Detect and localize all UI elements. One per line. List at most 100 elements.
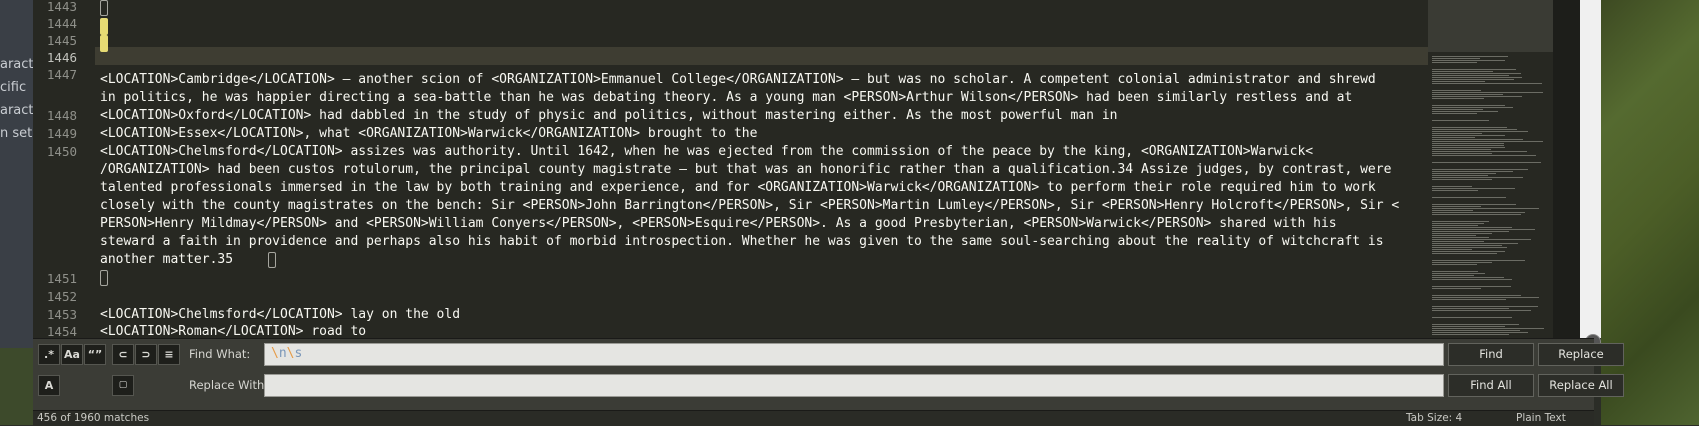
minimap-line bbox=[1432, 206, 1481, 207]
line-number: 1451 bbox=[46, 271, 77, 286]
in-selection-toggle[interactable]: ⊃ bbox=[135, 344, 157, 365]
minimap-viewport[interactable] bbox=[1428, 0, 1553, 52]
minimap-line bbox=[1432, 317, 1512, 318]
background-desktop bbox=[0, 348, 33, 425]
tab-size-indicator[interactable]: Tab Size: 4 bbox=[1406, 411, 1462, 426]
code-line[interactable]: <LOCATION>Chelmsford</LOCATION> assizes … bbox=[100, 143, 1313, 161]
code-line[interactable]: talented professionals immersed in the l… bbox=[100, 179, 1376, 197]
minimap-line bbox=[1432, 251, 1505, 252]
vertical-scrollbar[interactable] bbox=[1553, 0, 1580, 338]
minimap-line bbox=[1432, 171, 1513, 172]
minimap-line bbox=[1432, 162, 1541, 163]
minimap-line bbox=[1432, 131, 1528, 132]
preserve-case-toggle[interactable]: A bbox=[38, 375, 60, 396]
wrap-toggle[interactable]: ⊂ bbox=[112, 344, 134, 365]
minimap-line bbox=[1432, 330, 1520, 331]
code-line[interactable]: steward a faith in providence and perhap… bbox=[100, 233, 1384, 251]
minimap-line bbox=[1432, 225, 1478, 226]
line-number: 1452 bbox=[46, 289, 77, 304]
minimap-line bbox=[1432, 208, 1539, 209]
minimap-line bbox=[1432, 77, 1522, 78]
match-marker bbox=[100, 270, 108, 286]
case-sensitive-toggle[interactable]: Aa bbox=[61, 344, 83, 365]
minimap-line bbox=[1432, 109, 1483, 110]
minimap-line bbox=[1432, 299, 1506, 300]
minimap-line bbox=[1432, 190, 1478, 191]
in-selection-icon[interactable]: ▢ bbox=[112, 375, 134, 396]
highlight-matches-toggle[interactable]: ≡ bbox=[158, 344, 180, 365]
minimap-line bbox=[1432, 73, 1521, 74]
minimap-line bbox=[1432, 212, 1525, 213]
minimap-line bbox=[1432, 306, 1538, 307]
minimap-line bbox=[1432, 133, 1482, 134]
code-line[interactable]: <LOCATION>Cambridge</LOCATION> – another… bbox=[100, 71, 1376, 89]
line-number: 1443 bbox=[46, 0, 77, 14]
minimap[interactable] bbox=[1428, 0, 1553, 338]
regex-toggle[interactable]: .* bbox=[38, 344, 60, 365]
minimap-line bbox=[1432, 243, 1518, 244]
minimap-line bbox=[1432, 129, 1517, 130]
editor-pane[interactable]: 1443 1444 1445 1446 1447 1448 1449 1450 … bbox=[33, 0, 1580, 339]
minimap-line bbox=[1432, 169, 1528, 170]
line-number: 1444 bbox=[46, 16, 77, 31]
whole-word-toggle[interactable]: “” bbox=[84, 344, 106, 365]
minimap-line bbox=[1432, 288, 1481, 289]
minimap-line bbox=[1432, 107, 1513, 108]
find-what-input[interactable]: \n\s bbox=[264, 343, 1444, 366]
minimap-line bbox=[1432, 143, 1504, 144]
minimap-line bbox=[1432, 79, 1514, 80]
match-marker bbox=[268, 252, 276, 268]
minimap-line bbox=[1432, 249, 1472, 250]
line-number-gutter: 1443 1444 1445 1446 1447 1448 1449 1450 … bbox=[33, 0, 95, 339]
match-marker bbox=[100, 35, 108, 52]
find-all-button[interactable]: Find All bbox=[1448, 374, 1534, 397]
code-line[interactable]: closely with the county magistrates on t… bbox=[100, 197, 1399, 215]
minimap-line bbox=[1432, 75, 1509, 76]
minimap-line bbox=[1432, 295, 1521, 296]
minimap-line bbox=[1432, 69, 1516, 70]
minimap-line bbox=[1432, 233, 1492, 234]
minimap-line bbox=[1432, 173, 1496, 174]
minimap-line bbox=[1432, 105, 1505, 106]
code-line[interactable]: PERSON>Henry Mildmay</PERSON> and <PERSO… bbox=[100, 215, 1337, 233]
minimap-line bbox=[1432, 179, 1492, 180]
code-line[interactable]: <LOCATION>Essex</LOCATION>, what <ORGANI… bbox=[100, 125, 757, 143]
code-line[interactable]: in politics, he was happier directing a … bbox=[100, 89, 1352, 107]
minimap-line bbox=[1432, 332, 1528, 333]
background-app-window: aracte cific aracte n sets bbox=[0, 0, 33, 425]
line-number: 1450 bbox=[46, 144, 77, 159]
minimap-line bbox=[1432, 245, 1502, 246]
minimap-line bbox=[1432, 197, 1506, 198]
minimap-line bbox=[1432, 227, 1512, 228]
minimap-line bbox=[1432, 56, 1508, 57]
code-line[interactable]: /ORGANIZATION> had been custos rotulorum… bbox=[100, 161, 1391, 179]
code-line[interactable]: <LOCATION>Chelmsford</LOCATION> lay on t… bbox=[100, 306, 460, 324]
minimap-line bbox=[1432, 279, 1512, 280]
minimap-line bbox=[1432, 139, 1523, 140]
line-number: 1447 bbox=[46, 67, 77, 82]
replace-with-input[interactable] bbox=[264, 374, 1444, 397]
code-line[interactable]: another matter.35 bbox=[100, 251, 233, 269]
minimap-line bbox=[1432, 155, 1536, 156]
minimap-line bbox=[1432, 271, 1478, 272]
background-text-fragment: aracte bbox=[0, 57, 33, 72]
minimap-line bbox=[1432, 308, 1509, 309]
minimap-line bbox=[1432, 58, 1480, 59]
minimap-line bbox=[1432, 221, 1489, 222]
minimap-line bbox=[1432, 113, 1477, 114]
find-button[interactable]: Find bbox=[1448, 343, 1534, 366]
line-number: 1445 bbox=[46, 33, 77, 48]
minimap-line bbox=[1432, 334, 1509, 335]
match-marker bbox=[100, 18, 108, 35]
minimap-line bbox=[1432, 241, 1484, 242]
minimap-line bbox=[1432, 223, 1484, 224]
minimap-line bbox=[1432, 62, 1477, 63]
syntax-indicator[interactable]: Plain Text bbox=[1516, 411, 1566, 426]
match-marker bbox=[100, 0, 108, 16]
minimap-line bbox=[1432, 204, 1516, 205]
minimap-line bbox=[1432, 120, 1489, 121]
replace-button[interactable]: Replace bbox=[1538, 343, 1624, 366]
minimap-line bbox=[1432, 310, 1531, 311]
replace-all-button[interactable]: Replace All bbox=[1538, 374, 1624, 397]
code-line[interactable]: <LOCATION>Oxford</LOCATION> had dabbled … bbox=[100, 107, 1117, 125]
